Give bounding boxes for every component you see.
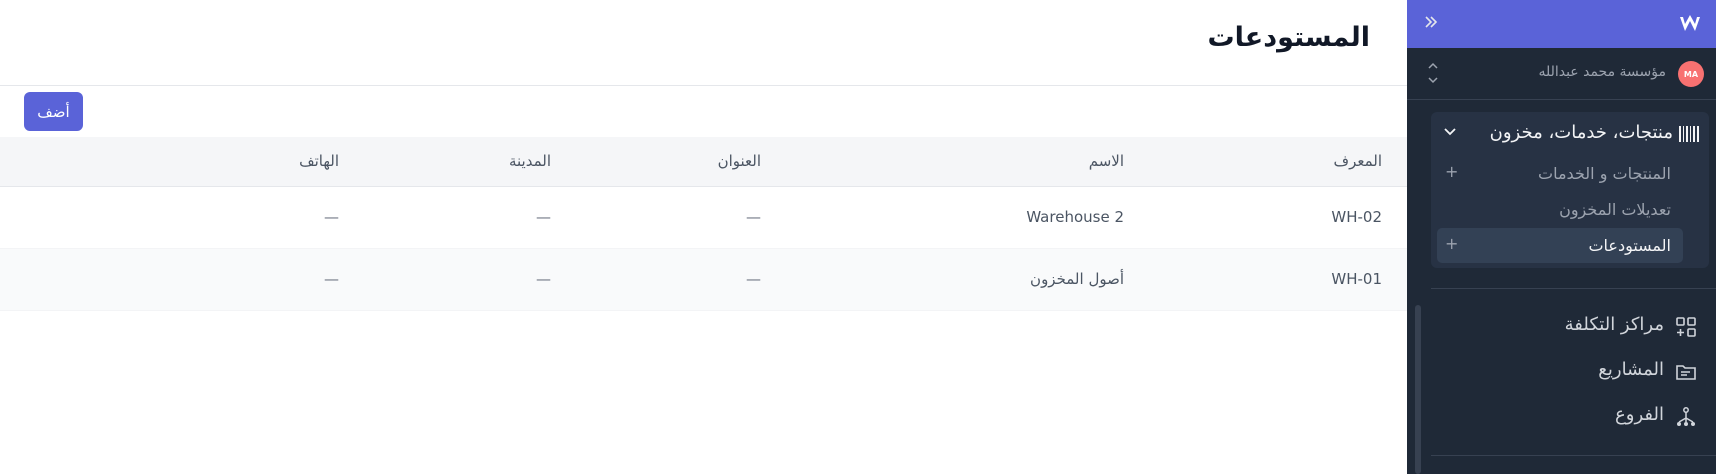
sidebar-group-products: منتجات، خدمات، مخزون المنتجات و الخدمات … [1431, 112, 1709, 268]
sidebar-item-warehouses[interactable]: المستودعات + [1437, 228, 1683, 263]
avatar: MA [1678, 61, 1704, 87]
column-header-address[interactable]: العنوان [718, 152, 761, 170]
cell-address: — [746, 270, 761, 288]
table-row[interactable]: WH-01 أصول المخزون — — — [0, 249, 1407, 311]
branches-icon [1677, 407, 1695, 426]
sidebar-item-projects[interactable]: المشاريع [1431, 351, 1709, 391]
column-header-phone[interactable]: الهاتف [299, 152, 339, 170]
grid-plus-icon [1676, 317, 1696, 337]
barcode-icon [1679, 126, 1699, 142]
chevron-down-icon[interactable] [1443, 124, 1457, 138]
table-row[interactable]: WH-02 Warehouse 2 — — — [0, 187, 1407, 249]
main-content: المستودعات أضف المعرف الاسم العنوان المد… [0, 0, 1407, 474]
sidebar-item-label: تعديلات المخزون [1559, 200, 1671, 219]
page-title: المستودعات [1207, 22, 1371, 53]
folder-icon [1676, 365, 1696, 380]
sidebar-item-label: المشاريع [1598, 359, 1664, 380]
column-header-id[interactable]: المعرف [1334, 152, 1382, 170]
w-logo-icon[interactable] [1678, 12, 1702, 36]
cell-city: — [536, 270, 551, 288]
add-button[interactable]: أضف [24, 92, 83, 131]
cell-phone: — [324, 208, 339, 226]
sidebar-top-bar [1407, 0, 1716, 48]
cell-address: — [746, 208, 761, 226]
sidebar-item-products-services[interactable]: المنتجات و الخدمات + [1437, 156, 1683, 191]
sidebar-item-branches[interactable]: الفروع [1431, 396, 1709, 436]
organization-switcher[interactable]: MA مؤسسة محمد عبدالله [1407, 48, 1716, 100]
sidebar-scrollbar[interactable] [1415, 305, 1421, 474]
column-header-name[interactable]: الاسم [1089, 152, 1124, 170]
column-header-city[interactable]: المدينة [509, 152, 551, 170]
page-header: المستودعات [0, 0, 1407, 86]
cell-id: WH-02 [1331, 208, 1382, 226]
sidebar: MA مؤسسة محمد عبدالله منتجات، خدمات، مخز… [1407, 0, 1716, 474]
sidebar-group-title: منتجات، خدمات، مخزون [1489, 122, 1673, 143]
plus-icon[interactable]: + [1445, 234, 1458, 253]
warehouses-table: المعرف الاسم العنوان المدينة الهاتف WH-0… [0, 137, 1407, 311]
cell-city: — [536, 208, 551, 226]
sidebar-item-label: مراكز التكلفة [1564, 314, 1664, 335]
sidebar-divider [1431, 288, 1716, 289]
organization-name: مؤسسة محمد عبدالله [1538, 64, 1666, 80]
sidebar-item-label: المنتجات و الخدمات [1538, 164, 1671, 183]
cell-name: Warehouse 2 [1026, 208, 1124, 226]
sidebar-item-cost-centers[interactable]: مراكز التكلفة [1431, 306, 1709, 346]
sidebar-group-header[interactable]: منتجات، خدمات، مخزون [1431, 112, 1709, 152]
double-chevron-right-icon[interactable] [1423, 14, 1439, 34]
cell-id: WH-01 [1331, 270, 1382, 288]
sidebar-item-label: المستودعات [1588, 236, 1671, 255]
sidebar-item-inventory-adjustments[interactable]: تعديلات المخزون [1437, 192, 1683, 227]
plus-icon[interactable]: + [1445, 162, 1458, 181]
chevron-up-down-icon[interactable] [1427, 60, 1439, 89]
sidebar-item-label: الفروع [1615, 404, 1664, 425]
cell-name: أصول المخزون [1030, 270, 1124, 288]
table-header: المعرف الاسم العنوان المدينة الهاتف [0, 137, 1407, 187]
cell-phone: — [324, 270, 339, 288]
sidebar-divider [1431, 455, 1716, 456]
